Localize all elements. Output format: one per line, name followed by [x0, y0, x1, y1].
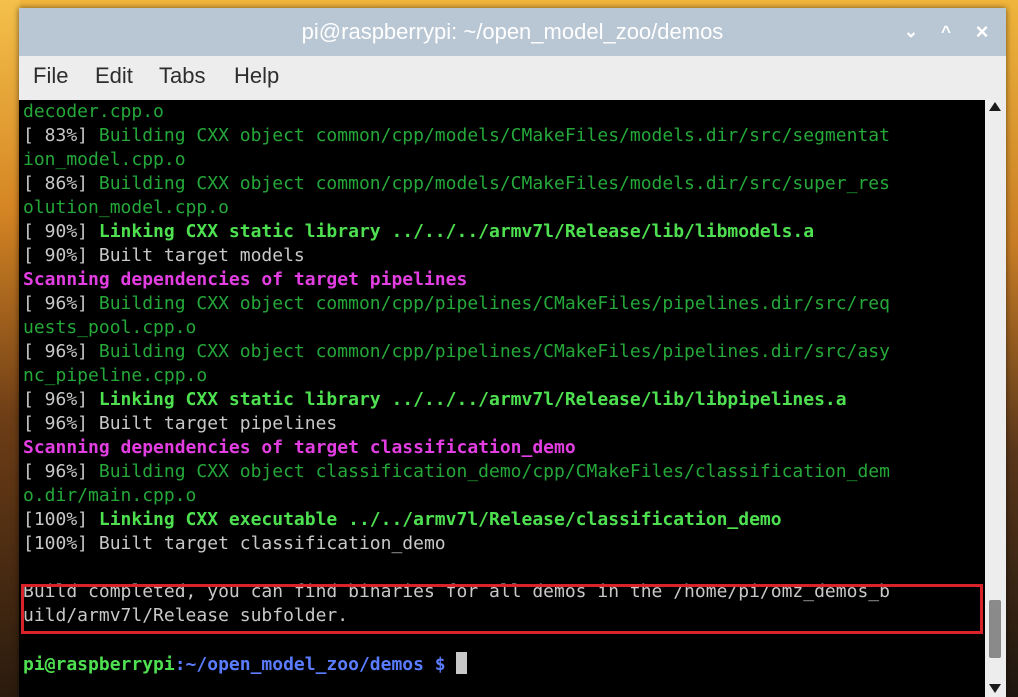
terminal-text-segment: [100%] [23, 509, 99, 530]
scroll-up-arrow-icon[interactable] [989, 102, 1001, 111]
terminal-line: olution_model.cpp.o [23, 196, 890, 220]
terminal-text-segment: Building CXX object common/cpp/models/CM… [98, 173, 890, 194]
terminal-text-segment: Linking CXX static library ../../../armv… [98, 389, 847, 410]
terminal-text-segment: [ 96%] [23, 461, 99, 482]
terminal-window: pi@raspberrypi: ~/open_model_zoo/demos ⌄… [19, 8, 1006, 697]
terminal-line: decoder.cpp.o [23, 100, 890, 124]
terminal-text-segment: decoder.cpp.o [23, 101, 164, 122]
terminal-text-segment: [ 86%] [23, 173, 99, 194]
terminal-output[interactable]: decoder.cpp.o[ 83%] Building CXX object … [19, 100, 985, 697]
terminal-line: [ 96%] Building CXX object common/cpp/pi… [23, 340, 890, 364]
terminal-text-segment: [ 83%] [23, 125, 99, 146]
terminal-line: [ 83%] Building CXX object common/cpp/mo… [23, 124, 890, 148]
terminal-line: [ 90%] Built target models [23, 244, 890, 268]
terminal-line: [ 90%] Linking CXX static library ../../… [23, 220, 890, 244]
terminal-text-segment: nc_pipeline.cpp.o [23, 365, 208, 386]
terminal-line: [100%] Built target classification_demo [23, 532, 890, 556]
minimize-icon[interactable]: ⌄ [899, 20, 923, 44]
title-bar[interactable]: pi@raspberrypi: ~/open_model_zoo/demos ⌄… [19, 8, 1006, 56]
desktop-wallpaper-right [1006, 0, 1018, 697]
terminal-text-segment: Building CXX object common/cpp/pipelines… [98, 293, 890, 314]
terminal-line: [ 96%] Building CXX object common/cpp/pi… [23, 292, 890, 316]
terminal-line: ion_model.cpp.o [23, 148, 890, 172]
maximize-icon[interactable]: ^ [934, 20, 958, 44]
terminal-text-segment: [ 90%] Built target models [23, 245, 305, 266]
scrollbar-thumb[interactable] [989, 600, 1001, 658]
scrollbar[interactable] [985, 100, 1006, 697]
terminal-line: [100%] Linking CXX executable ../../armv… [23, 508, 890, 532]
terminal-text-segment: pi@raspberrypi [23, 654, 175, 675]
scroll-down-arrow-icon[interactable] [989, 684, 1001, 693]
window-title: pi@raspberrypi: ~/open_model_zoo/demos [301, 19, 724, 44]
desktop-wallpaper-left [0, 0, 20, 697]
terminal-text-segment: Building CXX object common/cpp/pipelines… [98, 341, 890, 362]
terminal-text-segment: :~/open_model_zoo/demos $ [174, 654, 457, 675]
menu-help[interactable]: Help [234, 56, 279, 100]
highlight-box [21, 584, 983, 634]
close-icon[interactable]: × [970, 20, 994, 44]
terminal-text-segment: Linking CXX static library ../../../armv… [98, 221, 815, 242]
terminal-line: pi@raspberrypi:~/open_model_zoo/demos $ [23, 652, 890, 676]
terminal-text-segment: Building CXX object classification_demo/… [98, 461, 890, 482]
menu-file[interactable]: File [33, 56, 68, 100]
terminal-text-segment: Scanning dependencies of target pipeline… [23, 269, 468, 290]
terminal-text-segment: [ 90%] [23, 221, 99, 242]
terminal-line: Scanning dependencies of target pipeline… [23, 268, 890, 292]
terminal-line: uests_pool.cpp.o [23, 316, 890, 340]
terminal-text-segment: [100%] Built target classification_demo [23, 533, 446, 554]
terminal-line: o.dir/main.cpp.o [23, 484, 890, 508]
terminal-text-segment: uests_pool.cpp.o [23, 317, 197, 338]
terminal-text-segment: [ 96%] [23, 293, 99, 314]
terminal-line: [ 86%] Building CXX object common/cpp/mo… [23, 172, 890, 196]
menu-edit[interactable]: Edit [95, 56, 133, 100]
terminal-text-segment: o.dir/main.cpp.o [23, 485, 197, 506]
terminal-text-segment: [ 96%] Built target pipelines [23, 413, 338, 434]
terminal-text-segment: [ 96%] [23, 389, 99, 410]
terminal-text-segment: Scanning dependencies of target classifi… [23, 437, 576, 458]
menu-bar: File Edit Tabs Help [19, 56, 1006, 100]
menu-tabs[interactable]: Tabs [159, 56, 205, 100]
terminal-line: [ 96%] Built target pipelines [23, 412, 890, 436]
terminal-text-segment: ion_model.cpp.o [23, 149, 186, 170]
terminal-text-segment: olution_model.cpp.o [23, 197, 229, 218]
terminal-line: [ 96%] Building CXX object classificatio… [23, 460, 890, 484]
terminal-text-segment: Building CXX object common/cpp/models/CM… [98, 125, 890, 146]
terminal-line: [ 96%] Linking CXX static library ../../… [23, 388, 890, 412]
terminal-line: nc_pipeline.cpp.o [23, 364, 890, 388]
terminal-text-segment: [ 96%] [23, 341, 99, 362]
terminal-line: Scanning dependencies of target classifi… [23, 436, 890, 460]
terminal-cursor [456, 652, 468, 674]
terminal-text-segment: Linking CXX executable ../../armv7l/Rele… [98, 509, 782, 530]
